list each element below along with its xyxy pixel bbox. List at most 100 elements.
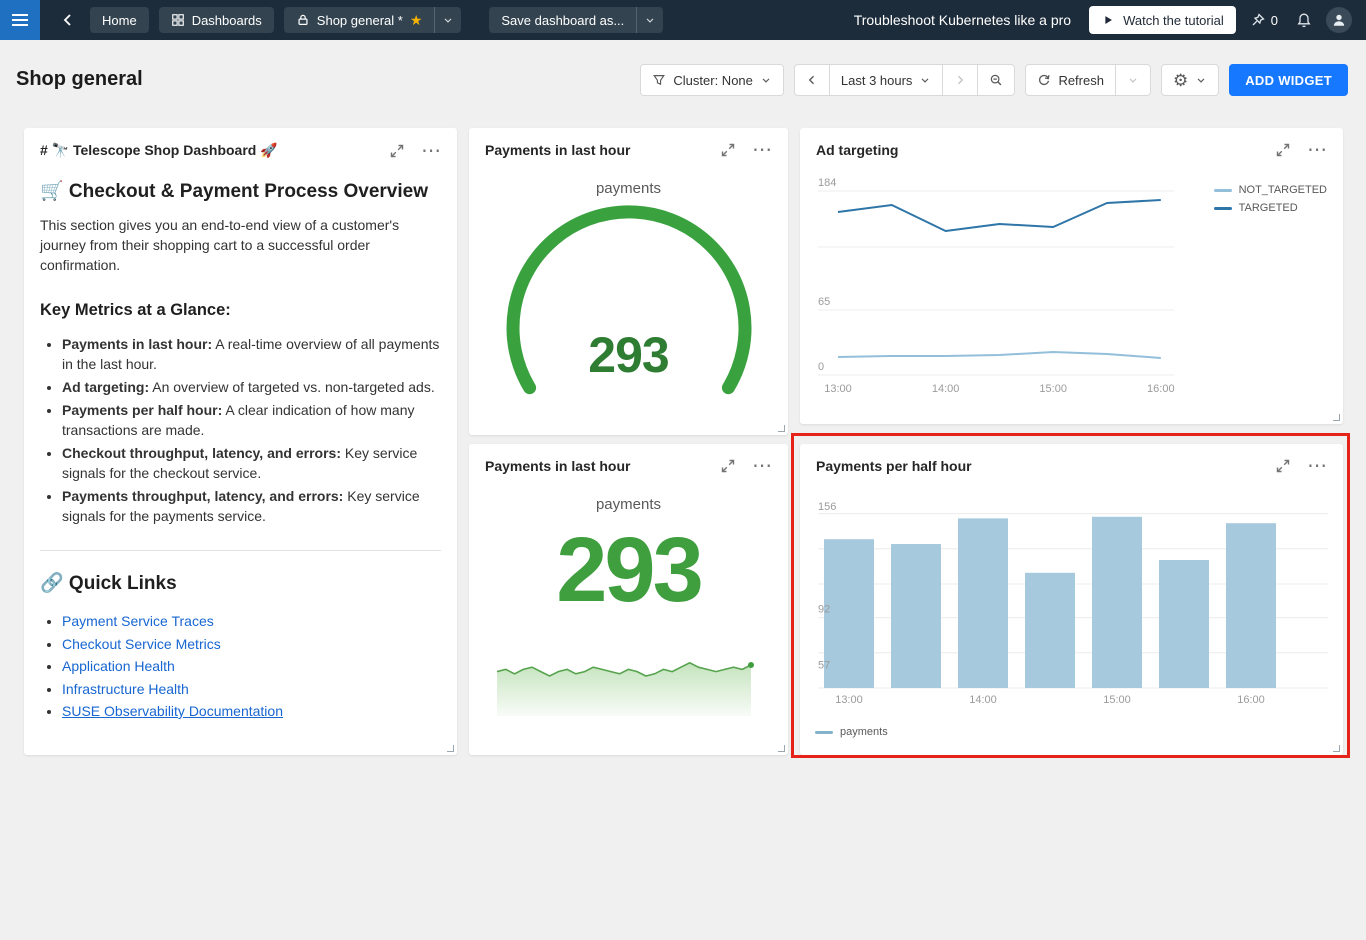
- refresh-group: Refresh: [1025, 64, 1151, 96]
- widget-menu-button[interactable]: ⋯: [752, 461, 772, 471]
- legend-item-not-targeted[interactable]: NOT_TARGETED: [1214, 184, 1327, 196]
- current-dashboard-group: Shop general * ★: [284, 7, 462, 33]
- time-back-button[interactable]: [794, 64, 830, 96]
- legend-swatch: [1214, 207, 1232, 210]
- chevron-down-icon: [442, 14, 454, 26]
- metrics-item: Payments throughput, latency, and errors…: [62, 486, 441, 526]
- widget-menu-button[interactable]: ⋯: [1307, 145, 1327, 155]
- add-widget-button[interactable]: ADD WIDGET: [1229, 64, 1348, 96]
- save-dashboard-as-button[interactable]: Save dashboard as...: [489, 7, 636, 33]
- save-as-group: Save dashboard as...: [489, 7, 663, 33]
- chart-legend[interactable]: payments: [815, 726, 888, 738]
- svg-text:184: 184: [818, 177, 836, 189]
- expand-widget-button[interactable]: [389, 143, 405, 159]
- resize-handle[interactable]: [778, 745, 785, 752]
- link-checkout-service-metrics[interactable]: Checkout Service Metrics: [62, 636, 221, 652]
- svg-text:13:00: 13:00: [824, 383, 852, 395]
- expand-icon: [1275, 142, 1291, 158]
- user-avatar[interactable]: [1326, 7, 1352, 33]
- favorite-star-icon[interactable]: ★: [410, 13, 423, 27]
- sparkline-chart: [497, 654, 759, 716]
- expand-icon: [720, 142, 736, 158]
- expand-widget-button[interactable]: [720, 142, 736, 158]
- widget-menu-button[interactable]: ⋯: [752, 145, 772, 155]
- svg-text:14:00: 14:00: [932, 383, 960, 395]
- svg-text:156: 156: [818, 501, 836, 513]
- svg-text:15:00: 15:00: [1103, 694, 1131, 706]
- cluster-filter-label: Cluster: None: [673, 73, 752, 88]
- refresh-interval-chevron[interactable]: [1115, 64, 1151, 96]
- svg-text:65: 65: [818, 296, 830, 308]
- link-application-health[interactable]: Application Health: [62, 658, 175, 674]
- notes-intro: This section gives you an end-to-end vie…: [40, 215, 441, 275]
- svg-text:14:00: 14:00: [969, 694, 997, 706]
- svg-text:15:00: 15:00: [1039, 383, 1067, 395]
- back-button[interactable]: [56, 8, 80, 32]
- widget-notes: # 🔭 Telescope Shop Dashboard 🚀 ⋯ 🛒 Check…: [24, 128, 457, 755]
- link-payment-service-traces[interactable]: Payment Service Traces: [62, 613, 214, 629]
- pin-icon: [1250, 12, 1266, 28]
- expand-widget-button[interactable]: [720, 458, 736, 474]
- page-title: Shop general: [16, 68, 143, 91]
- expand-widget-button[interactable]: [1275, 142, 1291, 158]
- zoom-out-icon: [989, 73, 1003, 87]
- widget-payments-number: Payments in last hour ⋯ payments 293: [469, 444, 788, 755]
- refresh-button[interactable]: Refresh: [1025, 64, 1116, 96]
- pinned-items-button[interactable]: 0: [1246, 8, 1282, 32]
- notifications-button[interactable]: [1292, 8, 1316, 32]
- time-forward-button[interactable]: [942, 64, 978, 96]
- refresh-icon: [1037, 73, 1051, 87]
- widget-title: Ad targeting: [816, 142, 1259, 158]
- resize-handle[interactable]: [778, 425, 785, 432]
- legend-swatch: [1214, 189, 1232, 192]
- cluster-filter-button[interactable]: Cluster: None: [640, 64, 783, 96]
- series-label: payments: [469, 496, 788, 513]
- top-navigation-bar: Home Dashboards Shop general * ★ Save da…: [0, 0, 1366, 40]
- list-item: Application Health: [62, 658, 441, 674]
- resize-handle[interactable]: [1333, 745, 1340, 752]
- expand-widget-button[interactable]: [1275, 458, 1291, 474]
- list-item: Checkout Service Metrics: [62, 636, 441, 652]
- filter-funnel-icon: [652, 73, 666, 87]
- resize-handle[interactable]: [1333, 414, 1340, 421]
- widget-title: # 🔭 Telescope Shop Dashboard 🚀: [40, 142, 373, 159]
- current-dashboard-button[interactable]: Shop general * ★: [284, 7, 435, 33]
- legend-swatch: [815, 731, 833, 734]
- dashboard-settings-button[interactable]: ⚙: [1161, 64, 1219, 96]
- widget-payments-per-half-hour: Payments per half hour ⋯ 156925713:0014:…: [800, 444, 1343, 755]
- legend-label: payments: [840, 726, 888, 738]
- notes-section-heading: 🛒 Checkout & Payment Process Overview: [40, 179, 441, 203]
- pin-count: 0: [1271, 13, 1278, 28]
- list-item: SUSE Observability Documentation: [62, 703, 441, 719]
- link-infrastructure-health[interactable]: Infrastructure Health: [62, 681, 189, 697]
- widget-header: Payments per half hour ⋯: [800, 444, 1343, 474]
- dashboards-button[interactable]: Dashboards: [159, 7, 274, 33]
- notes-metrics-heading: Key Metrics at a Glance:: [40, 301, 441, 320]
- watch-tutorial-button[interactable]: Watch the tutorial: [1089, 6, 1236, 34]
- widget-header: Payments in last hour ⋯: [469, 444, 788, 474]
- home-button[interactable]: Home: [90, 7, 149, 33]
- legend-item-targeted[interactable]: TARGETED: [1214, 202, 1327, 214]
- legend-label: TARGETED: [1239, 202, 1298, 214]
- time-range-group: Last 3 hours: [794, 64, 1016, 96]
- save-as-chevron[interactable]: [636, 7, 663, 33]
- dashboard-selector-chevron[interactable]: [434, 7, 461, 33]
- time-range-label: Last 3 hours: [841, 73, 913, 88]
- widget-menu-button[interactable]: ⋯: [421, 146, 441, 156]
- hamburger-menu-button[interactable]: [0, 0, 40, 40]
- current-dashboard-name: Shop general *: [317, 13, 403, 28]
- svg-text:13:00: 13:00: [835, 694, 863, 706]
- series-label: payments: [469, 180, 788, 197]
- time-range-button[interactable]: Last 3 hours: [829, 64, 944, 96]
- metrics-item: Ad targeting: An overview of targeted vs…: [62, 377, 441, 397]
- expand-icon: [389, 143, 405, 159]
- widget-title: Payments in last hour: [485, 458, 704, 474]
- resize-handle[interactable]: [447, 745, 454, 752]
- svg-text:92: 92: [818, 604, 830, 616]
- widget-menu-button[interactable]: ⋯: [1307, 461, 1327, 471]
- zoom-out-time-button[interactable]: [977, 64, 1015, 96]
- page-header: Shop general Cluster: None Last 3 hours …: [0, 56, 1366, 104]
- link-suse-observability-docs[interactable]: SUSE Observability Documentation: [62, 703, 283, 719]
- bar-chart: 156925713:0014:0015:0016:00: [800, 444, 1343, 755]
- quick-links-list: Payment Service Traces Checkout Service …: [40, 613, 441, 719]
